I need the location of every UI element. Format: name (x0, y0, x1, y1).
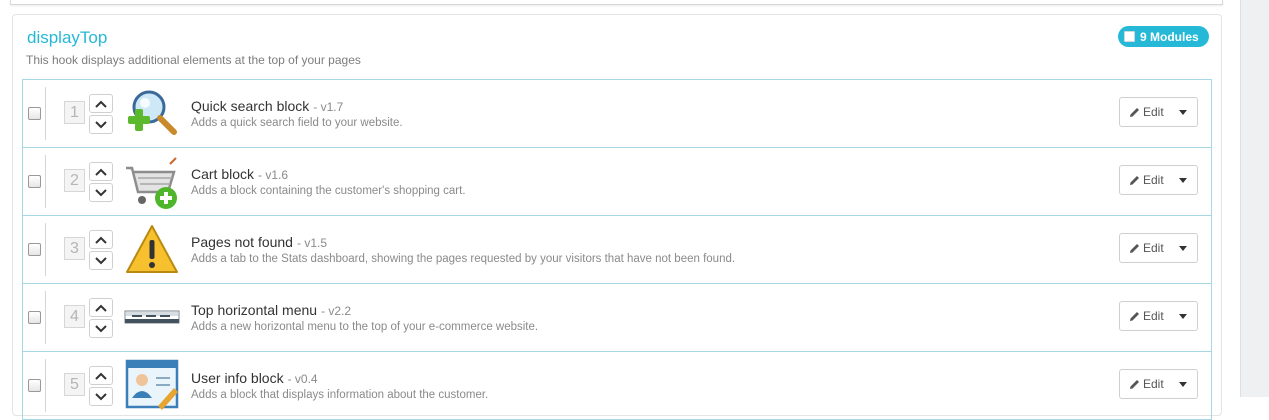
edit-button[interactable]: Edit (1119, 301, 1198, 331)
row-divider (45, 155, 46, 208)
row-divider (45, 359, 46, 412)
edit-label: Edit (1143, 377, 1164, 391)
warning-icon (124, 222, 180, 278)
select-all-checkbox-icon[interactable] (1124, 31, 1135, 42)
module-list: 1 Quick search block - v1.7 Adds a quick … (22, 79, 1212, 420)
chevron-up-icon (95, 236, 107, 244)
pencil-icon (1129, 379, 1140, 390)
move-up-button[interactable] (89, 298, 113, 317)
chevron-up-icon (95, 372, 107, 380)
previous-panel-edge (10, 0, 1223, 5)
modules-count-label: 9 Modules (1140, 29, 1199, 44)
module-checkbox[interactable] (28, 243, 41, 256)
module-row: 2 Cart block - v1.6 Adds a block containi… (23, 148, 1211, 216)
pencil-icon (1129, 311, 1140, 322)
edit-button[interactable]: Edit (1119, 97, 1198, 127)
module-row: 4 Top horizontal menu - v2.2 Adds a new h… (23, 284, 1211, 352)
module-checkbox[interactable] (28, 175, 41, 188)
chevron-up-icon (95, 100, 107, 108)
page-scroll-area[interactable] (1240, 0, 1269, 397)
reorder-controls (89, 366, 113, 406)
module-version: - v2.2 (321, 304, 352, 318)
edit-label: Edit (1143, 105, 1164, 119)
module-checkbox[interactable] (28, 311, 41, 324)
magnifier-add-icon (124, 86, 180, 142)
row-divider (45, 87, 46, 140)
edit-button[interactable]: Edit (1119, 369, 1198, 399)
pencil-icon (1129, 175, 1140, 186)
move-up-button[interactable] (89, 366, 113, 385)
chevron-down-icon (95, 256, 107, 264)
module-name: Pages not found - v1.5 (191, 234, 327, 250)
module-version: - v1.6 (258, 168, 289, 182)
hook-description: This hook displays additional elements a… (26, 53, 361, 67)
reorder-controls (89, 298, 113, 338)
module-version: - v1.7 (313, 100, 344, 114)
modules-count-badge[interactable]: 9 Modules (1118, 26, 1209, 47)
chevron-up-icon (95, 304, 107, 312)
edit-button[interactable]: Edit (1119, 233, 1198, 263)
module-row: 5 User info block - v0.4 Adds a block tha… (23, 352, 1211, 420)
caret-down-icon[interactable] (1179, 381, 1187, 387)
caret-down-icon[interactable] (1179, 245, 1187, 251)
position-number: 5 (64, 373, 85, 396)
move-up-button[interactable] (89, 94, 113, 113)
caret-down-icon[interactable] (1179, 109, 1187, 115)
module-name: Top horizontal menu - v2.2 (191, 302, 352, 318)
module-description: Adds a quick search field to your websit… (191, 117, 403, 129)
module-name: User info block - v0.4 (191, 370, 318, 386)
position-number: 2 (64, 169, 85, 192)
chevron-up-icon (95, 168, 107, 176)
horizontal-menu-icon (124, 290, 180, 346)
chevron-down-icon (95, 324, 107, 332)
pencil-icon (1129, 107, 1140, 118)
move-down-button[interactable] (89, 251, 113, 270)
reorder-controls (89, 230, 113, 270)
module-checkbox[interactable] (28, 379, 41, 392)
module-row: 1 Quick search block - v1.7 Adds a quick … (23, 80, 1211, 148)
hook-title: displayTop (27, 28, 108, 47)
row-divider (45, 291, 46, 344)
position-number: 4 (64, 305, 85, 328)
edit-label: Edit (1143, 309, 1164, 323)
reorder-controls (89, 94, 113, 134)
reorder-controls (89, 162, 113, 202)
move-down-button[interactable] (89, 115, 113, 134)
pencil-icon (1129, 243, 1140, 254)
move-up-button[interactable] (89, 162, 113, 181)
move-down-button[interactable] (89, 183, 113, 202)
module-description: Adds a block that displays information a… (191, 389, 489, 401)
position-number: 1 (64, 101, 85, 124)
edit-button[interactable]: Edit (1119, 165, 1198, 195)
module-description: Adds a tab to the Stats dashboard, showi… (191, 253, 736, 265)
module-version: - v0.4 (287, 372, 318, 386)
module-version: - v1.5 (296, 236, 327, 250)
module-description: Adds a block containing the customer's s… (191, 185, 466, 197)
module-checkbox[interactable] (28, 107, 41, 120)
edit-label: Edit (1143, 173, 1164, 187)
row-divider (45, 223, 46, 276)
module-description: Adds a new horizontal menu to the top of… (191, 321, 539, 333)
module-row: 3 Pages not found - v1.5 Adds a tab to th… (23, 216, 1211, 284)
position-number: 3 (64, 237, 85, 260)
module-name: Quick search block - v1.7 (191, 98, 344, 114)
user-card-icon (124, 358, 180, 414)
move-down-button[interactable] (89, 319, 113, 338)
cart-add-icon (124, 154, 180, 210)
move-up-button[interactable] (89, 230, 113, 249)
chevron-down-icon (95, 188, 107, 196)
module-name: Cart block - v1.6 (191, 166, 289, 182)
caret-down-icon[interactable] (1179, 177, 1187, 183)
chevron-down-icon (95, 120, 107, 128)
edit-label: Edit (1143, 241, 1164, 255)
caret-down-icon[interactable] (1179, 313, 1187, 319)
